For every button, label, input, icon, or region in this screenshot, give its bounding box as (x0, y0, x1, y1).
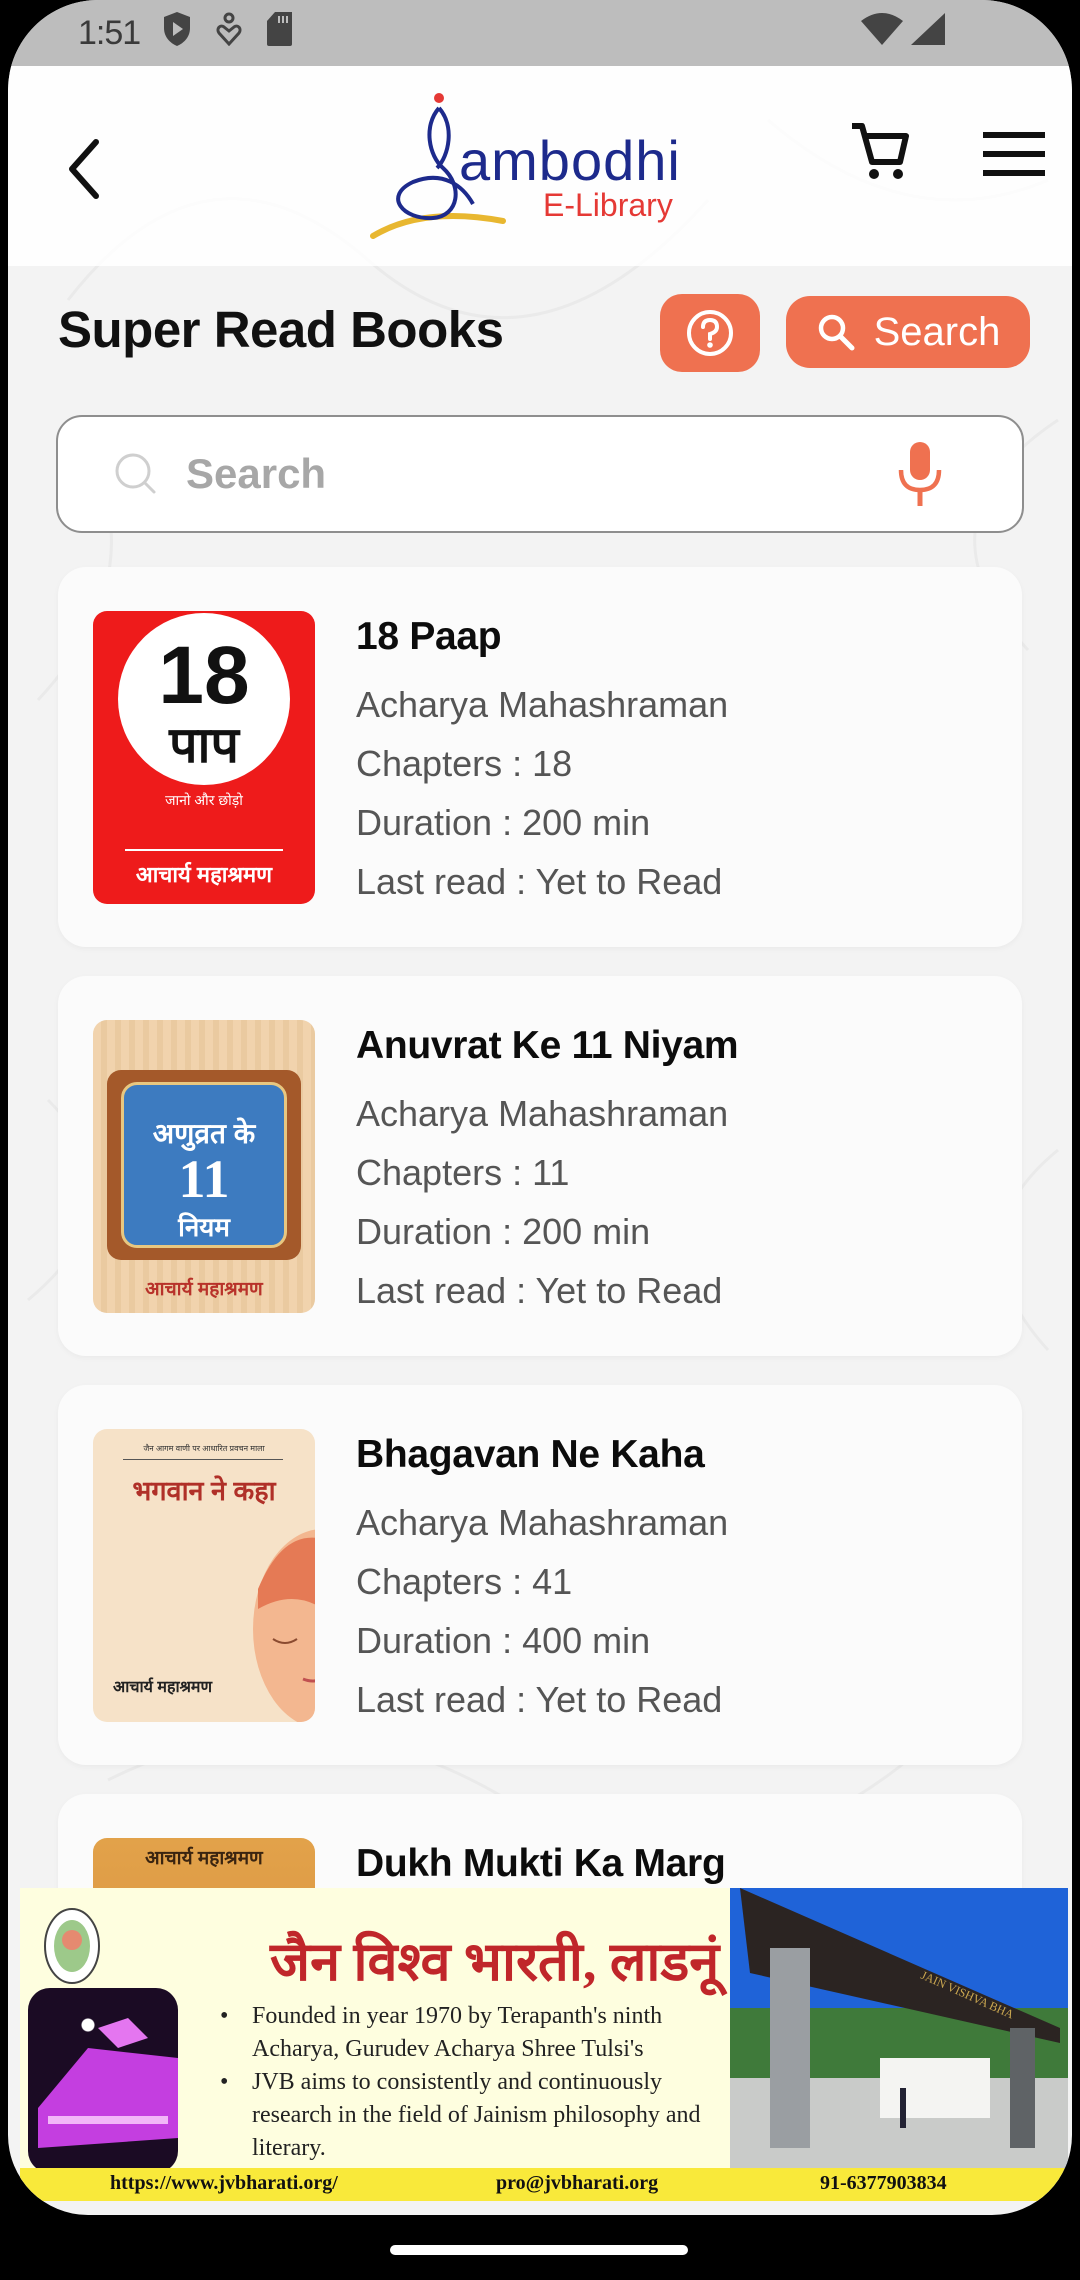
ad-bullet: JVB aims to consistently and continuousl… (220, 2066, 730, 2165)
book-card[interactable]: जैन आगम वाणी पर आधारित प्रवचन माला भगवान… (58, 1385, 1022, 1765)
book-info: Anuvrat Ke 11 Niyam Acharya Mahashraman … (356, 1024, 739, 1320)
jvb-night-photo (28, 1988, 178, 2173)
cover-tagline: जानो और छोड़ो (165, 792, 243, 808)
signal-icon (910, 12, 946, 55)
accessibility-icon (216, 12, 242, 55)
search-icon (818, 314, 855, 351)
book-chapters: Chapters : 18 (356, 743, 573, 784)
menu-button[interactable] (983, 132, 1045, 176)
book-last-read: Last read : Yet to Read (356, 1270, 723, 1311)
ad-bullets: Founded in year 1970 by Terapanth's nint… (220, 2000, 730, 2165)
ad-bullet: Founded in year 1970 by Terapanth's nint… (220, 2000, 730, 2066)
book-title: 18 Paap (356, 615, 502, 658)
ad-phone[interactable]: 91-6377903834 (820, 2172, 947, 2195)
svg-text:E-Library: E-Library (543, 187, 673, 223)
cover-buddha-face (253, 1529, 315, 1722)
phone-screen: 1:51 ambodhi E-Library Super Read Books … (0, 0, 1080, 2280)
cover-hindi-title: भगवान ने कहा (132, 1476, 276, 1506)
book-duration: Duration : 200 min (356, 802, 651, 843)
book-last-read: Last read : Yet to Read (356, 861, 723, 902)
page-title: Super Read Books (58, 301, 504, 358)
hamburger-menu-icon (983, 132, 1045, 176)
search-button-label: Search (873, 309, 1001, 354)
ad-banner[interactable]: जैन विश्व भारती, लाडनूं Founded in year … (20, 1888, 1068, 2201)
book-card[interactable]: अणुव्रत के 11 नियम आचार्य महाश्रमण Anuvr… (58, 976, 1022, 1356)
back-arrow-icon (69, 139, 99, 199)
book-last-read: Last read : Yet to Read (356, 1679, 723, 1720)
book-info: Bhagavan Ne Kaha Acharya Mahashraman Cha… (356, 1433, 728, 1729)
app-window: 1:51 ambodhi E-Library Super Read Books … (8, 0, 1072, 2215)
search-button[interactable]: Search (786, 296, 1030, 368)
book-title: Bhagavan Ne Kaha (356, 1433, 705, 1476)
cover-series-text: जैन आगम वाणी पर आधारित प्रवचन माला (143, 1444, 265, 1453)
jvb-gate-photo: JAIN VISHVA BHA (730, 1888, 1068, 2168)
book-cover: अणुव्रत के 11 नियम आचार्य महाश्रमण (93, 1020, 315, 1313)
home-gesture-handle[interactable] (390, 2245, 688, 2255)
help-button[interactable] (660, 294, 760, 372)
status-bar: 1:51 (8, 0, 1072, 66)
search-icon (115, 453, 156, 494)
wifi-icon (860, 12, 904, 55)
book-title: Anuvrat Ke 11 Niyam (356, 1024, 739, 1067)
cover-author: आचार्य महाश्रमण (113, 1679, 213, 1696)
cover-author: आचार्य महाश्रमण (145, 1848, 263, 1869)
ad-title: जैन विश्व भारती, लाडनूं (270, 1932, 720, 1992)
cover-divider (125, 849, 283, 851)
svg-text:ambodhi: ambodhi (459, 129, 681, 192)
ad-footer: https://www.jvbharati.org/ pro@jvbharati… (20, 2168, 1068, 2201)
back-button[interactable] (60, 134, 110, 204)
book-cover: जैन आगम वाणी पर आधारित प्रवचन माला भगवान… (93, 1429, 315, 1722)
cover-hindi-title: नियम (178, 1212, 230, 1242)
book-card[interactable]: 18 पाप जानो और छोड़ो आचार्य महाश्रमण 18 … (58, 567, 1022, 947)
book-cover: 18 पाप जानो और छोड़ो आचार्य महाश्रमण (93, 611, 315, 904)
help-circle-icon (687, 310, 733, 356)
book-info: 18 Paap Acharya Mahashraman Chapters : 1… (356, 615, 728, 911)
search-field[interactable] (56, 415, 1024, 533)
sd-card-icon (266, 11, 294, 56)
app-header: ambodhi E-Library (8, 66, 1072, 266)
microphone-icon[interactable] (898, 442, 942, 506)
book-chapters: Chapters : 41 (356, 1561, 573, 1602)
jvb-seal-logo (44, 1908, 100, 1984)
status-time: 1:51 (78, 13, 141, 52)
cart-button[interactable] (848, 120, 912, 184)
cart-icon (852, 123, 909, 179)
search-input[interactable] (186, 450, 836, 498)
book-duration: Duration : 200 min (356, 1211, 651, 1252)
cover-author: आचार्य महाश्रमण (145, 1279, 263, 1300)
ad-website[interactable]: https://www.jvbharati.org/ (110, 2172, 338, 2195)
cover-hindi-title: पाप (169, 717, 239, 773)
system-nav-bar (0, 2215, 1080, 2280)
ad-email[interactable]: pro@jvbharati.org (496, 2172, 658, 2195)
cover-author: आचार्य महाश्रमण (135, 862, 273, 887)
cover-divider (123, 1459, 283, 1460)
shield-play-icon (162, 11, 192, 56)
book-author: Acharya Mahashraman (356, 1502, 729, 1543)
cover-number: 11 (178, 1149, 230, 1209)
book-duration: Duration : 400 min (356, 1620, 651, 1661)
book-author: Acharya Mahashraman (356, 1093, 729, 1134)
book-author: Acharya Mahashraman (356, 684, 729, 725)
book-chapters: Chapters : 11 (356, 1152, 570, 1193)
sambodhi-logo: ambodhi E-Library (363, 86, 723, 246)
title-row: Super Read Books Search (8, 280, 1072, 380)
cover-hindi-top: अणुव्रत के (152, 1118, 256, 1149)
